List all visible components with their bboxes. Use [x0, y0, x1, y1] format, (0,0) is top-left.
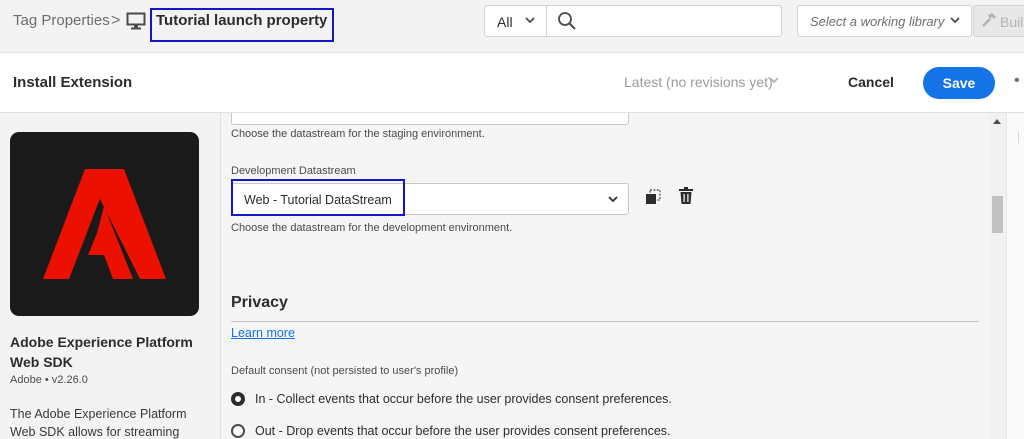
privacy-heading: Privacy — [231, 294, 288, 311]
cancel-button[interactable]: Cancel — [842, 69, 900, 95]
search-input[interactable] — [587, 10, 773, 32]
consent-option-out-label: Out - Drop events that occur before the … — [255, 424, 671, 438]
more-options-button[interactable]: • — [1014, 72, 1020, 90]
privacy-divider — [231, 321, 979, 322]
top-bar: Tag Properties > Tutorial launch propert… — [0, 0, 1024, 53]
revision-select-label[interactable]: Latest (no revisions yet) — [624, 74, 773, 90]
extension-logo — [10, 132, 199, 316]
search-scope-label: All — [497, 14, 513, 30]
extension-version: Adobe • v2.26.0 — [10, 374, 88, 386]
monitor-icon — [126, 12, 146, 30]
chevron-down-icon — [608, 196, 618, 203]
content-scrollbar[interactable] — [989, 113, 1006, 439]
chevron-down-icon — [525, 17, 535, 24]
development-datastream-label: Development Datastream — [231, 165, 356, 177]
development-value-highlight — [231, 179, 405, 216]
consent-option-in-label: In - Collect events that occur before th… — [255, 392, 672, 406]
chevron-down-icon — [769, 77, 779, 84]
adobe-logo-icon — [43, 169, 166, 279]
working-library-placeholder: Select a working library — [810, 14, 945, 29]
learn-more-link[interactable]: Learn more — [231, 326, 295, 340]
staging-datastream-select[interactable] — [231, 113, 629, 125]
page-title: Install Extension — [13, 74, 133, 91]
development-datastream-help: Choose the datastream for the developmen… — [231, 222, 513, 234]
extension-name: Adobe Experience Platform Web SDK — [10, 334, 193, 370]
copy-icon[interactable] — [645, 189, 661, 205]
extension-info-panel: Adobe Experience Platform Web SDK Adobe … — [0, 113, 221, 439]
breadcrumb-separator: > — [111, 12, 121, 29]
search-icon — [558, 12, 576, 30]
trash-icon[interactable] — [678, 187, 694, 205]
default-consent-label: Default consent (not persisted to user's… — [231, 365, 459, 377]
breadcrumb-property-title: Tutorial launch property — [156, 12, 328, 29]
radio-out[interactable] — [231, 424, 245, 438]
breadcrumb-tag-properties[interactable]: Tag Properties — [13, 12, 110, 29]
build-button[interactable]: Buil — [973, 5, 1024, 37]
scrollbar-thumb[interactable] — [992, 196, 1003, 233]
working-library-select[interactable]: Select a working library — [797, 5, 972, 37]
right-side-strip — [1006, 113, 1024, 439]
scroll-up-arrow-icon[interactable] — [993, 119, 1001, 124]
extension-configuration: Choose the datastream for the staging en… — [221, 113, 989, 439]
extension-description: The Adobe Experience Platform Web SDK al… — [10, 407, 187, 439]
chevron-down-icon — [950, 17, 960, 24]
install-extension-header: Install Extension Latest (no revisions y… — [0, 53, 1024, 113]
save-button[interactable]: Save — [923, 67, 995, 99]
search-scope-select[interactable]: All — [484, 5, 546, 37]
search-box[interactable] — [546, 5, 782, 37]
build-button-label: Buil — [1000, 14, 1024, 30]
radio-in-selected[interactable] — [231, 392, 245, 406]
divider — [1018, 131, 1019, 143]
hammer-icon — [982, 13, 996, 27]
staging-datastream-help: Choose the datastream for the staging en… — [231, 128, 485, 140]
